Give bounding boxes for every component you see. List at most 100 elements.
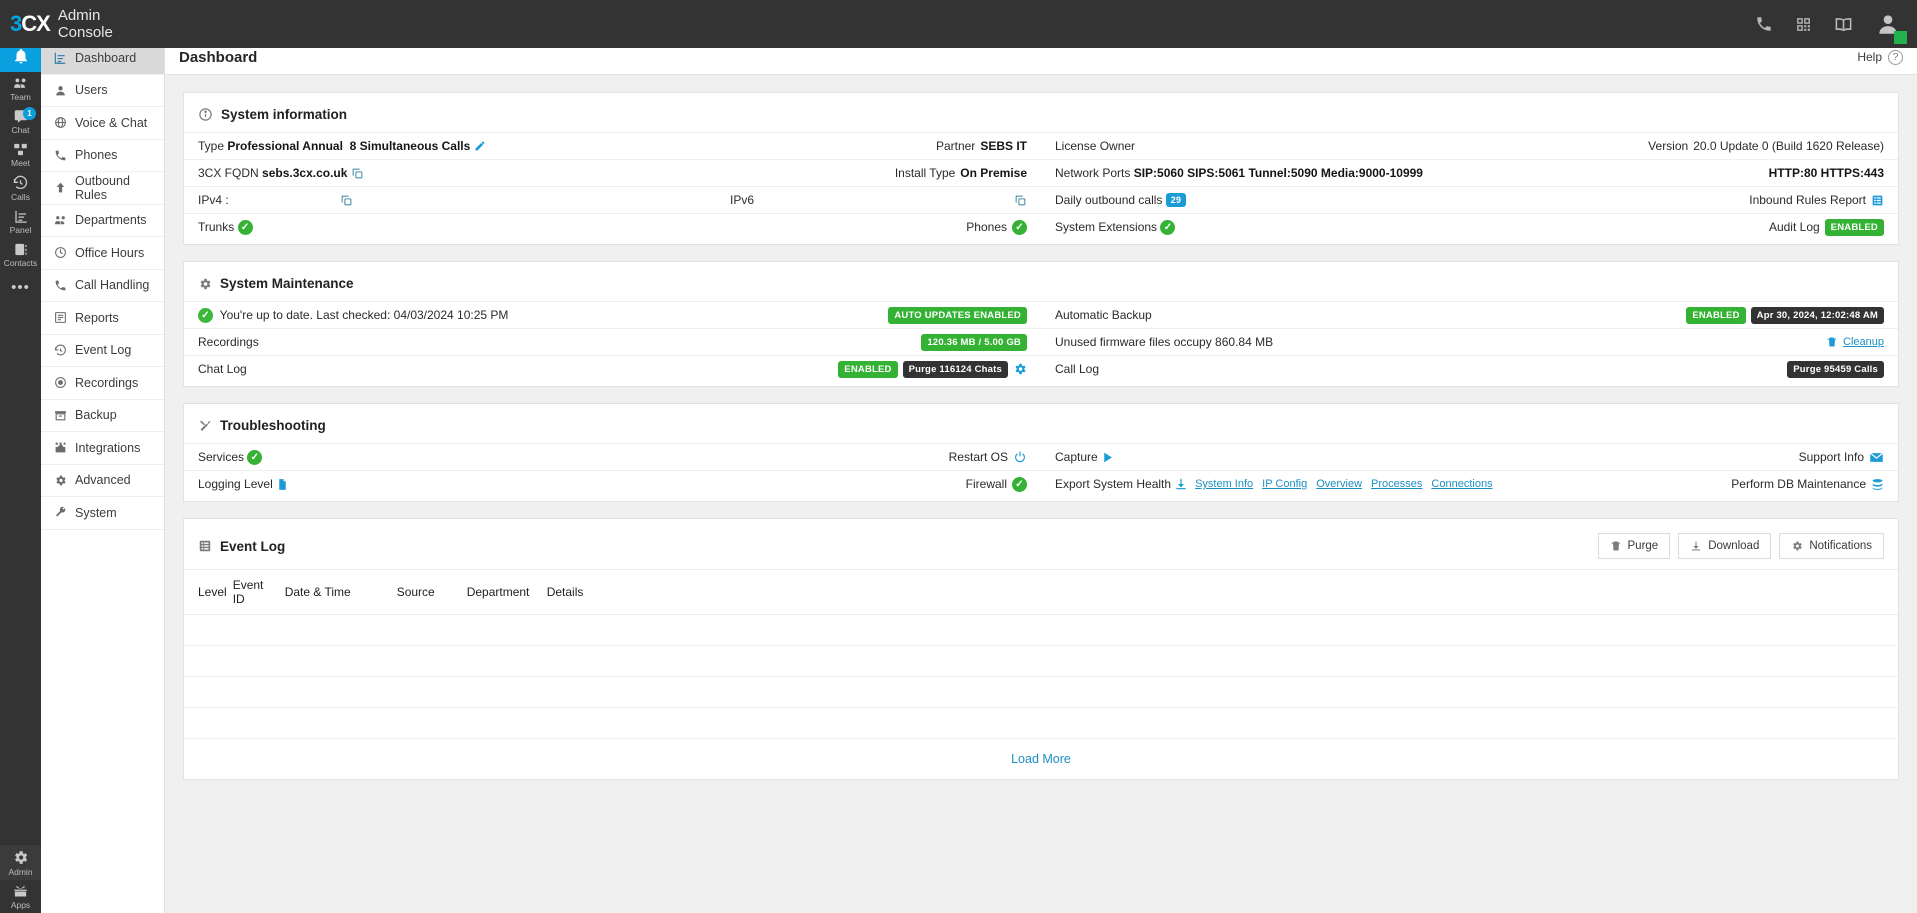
column-source[interactable]: Source	[396, 569, 467, 615]
sidebar-item-users[interactable]: Users	[41, 75, 164, 107]
table-row[interactable]	[184, 645, 1898, 677]
system-information-rows: Type Professional Annual 8 Simultaneous …	[184, 132, 1898, 244]
auto-updates-cell: AUTO UPDATES ENABLED	[888, 306, 1027, 324]
app-title: Admin Console	[57, 7, 113, 41]
sidebar-item-integrations[interactable]: Integrations	[41, 432, 164, 465]
qrcode-icon[interactable]	[1795, 16, 1812, 33]
rail-item-panel[interactable]: Panel	[0, 205, 41, 238]
chat-log-settings-gear-icon[interactable]	[1013, 362, 1027, 376]
phone-device-icon	[53, 148, 67, 162]
sidebar-label-backup: Backup	[75, 408, 117, 423]
help-button[interactable]: Help ?	[1857, 49, 1903, 65]
system-extensions-label: System Extensions	[1055, 220, 1158, 234]
table-row[interactable]	[184, 676, 1898, 708]
copy-ipv4-icon[interactable]	[340, 194, 353, 207]
row-chat-log: Chat Log ENABLED Purge 116124 Chats Call…	[184, 355, 1898, 382]
edit-pencil-icon[interactable]	[474, 140, 486, 152]
dashboard-scroll[interactable]: System information Type Professional Ann…	[165, 75, 1917, 913]
automatic-backup-date-badge: Apr 30, 2024, 12:02:48 AM	[1750, 306, 1884, 324]
user-avatar[interactable]	[1875, 11, 1907, 44]
export-link-connections[interactable]: Connections	[1431, 478, 1492, 490]
logo-cx-text: CX	[21, 11, 51, 36]
rail-label-panel: Panel	[9, 225, 32, 235]
rail-item-team[interactable]: Team	[0, 72, 41, 105]
export-link-processes[interactable]: Processes	[1371, 478, 1422, 490]
sidebar-item-call-handling[interactable]: Call Handling	[41, 270, 164, 302]
phones-status-ok-icon: ✓	[1012, 219, 1027, 235]
sidebar-item-reports[interactable]: Reports	[41, 302, 164, 335]
power-icon[interactable]	[1013, 450, 1027, 464]
app-logo[interactable]: 3 CX Admin Console	[0, 7, 140, 41]
rail-item-admin[interactable]: Admin	[0, 845, 41, 880]
export-link-ip-config[interactable]: IP Config	[1262, 478, 1307, 490]
trunks-status-ok-icon: ✓	[237, 219, 253, 235]
column-details[interactable]: Details	[546, 569, 1898, 615]
database-icon[interactable]	[1871, 477, 1884, 492]
rail-item-apps[interactable]: Apps	[0, 880, 41, 913]
handset-icon	[53, 278, 67, 292]
export-link-overview[interactable]: Overview	[1316, 478, 1362, 490]
download-icon[interactable]	[1174, 477, 1188, 491]
download-button[interactable]: Download	[1678, 533, 1772, 559]
firewall-status-ok-icon[interactable]: ✓	[1012, 476, 1027, 492]
http-ports-cell: HTTP:80 HTTPS:443	[1769, 166, 1884, 180]
sidebar-item-departments[interactable]: Departments	[41, 205, 164, 237]
report-list-icon[interactable]	[1871, 194, 1884, 207]
column-date-time[interactable]: Date & Time	[284, 569, 397, 615]
rail-item-more[interactable]: •••	[0, 271, 41, 303]
rail-item-contacts[interactable]: Contacts	[0, 238, 41, 271]
sidebar-item-system[interactable]: System	[41, 497, 164, 530]
book-icon[interactable]	[1834, 15, 1853, 34]
play-icon[interactable]	[1101, 451, 1114, 464]
sidebar-item-office-hours[interactable]: Office Hours	[41, 237, 164, 270]
cleanup-action[interactable]: Cleanup	[1826, 336, 1884, 348]
table-row[interactable]	[184, 614, 1898, 646]
system-extensions-cell: System Extensions ✓ Audit Log ENABLED	[1041, 213, 1898, 240]
restart-os-cell[interactable]: Restart OS	[949, 450, 1027, 464]
chat-log-purge-button[interactable]: Purge 116124 Chats	[902, 360, 1008, 378]
column-level[interactable]: Level	[184, 569, 233, 615]
table-row[interactable]	[184, 707, 1898, 739]
sidebar-item-phones[interactable]: Phones	[41, 140, 164, 172]
empty-cell	[184, 614, 1898, 646]
sidebar-item-advanced[interactable]: Advanced	[41, 465, 164, 497]
call-log-purge-button[interactable]: Purge 95459 Calls	[1787, 360, 1884, 378]
column-event-id[interactable]: Event ID	[232, 569, 285, 615]
support-info-cell[interactable]: Support Info	[1799, 450, 1884, 465]
trash-icon	[1826, 336, 1838, 348]
services-label: Services	[198, 450, 245, 464]
sidebar-nav: Dashboard Users Voice & Chat Phones Outb…	[41, 40, 165, 913]
system-information-title: System information	[221, 107, 348, 122]
presence-status-indicator	[1894, 31, 1907, 44]
copy-ipv6-icon[interactable]	[1014, 194, 1027, 207]
app-rail: Team 1 Chat Meet Calls Panel Contacts ••…	[0, 40, 41, 913]
sidebar-item-recordings[interactable]: Recordings	[41, 367, 164, 400]
perform-db-maintenance-cell[interactable]: Perform DB Maintenance	[1731, 477, 1884, 492]
envelope-icon[interactable]	[1869, 450, 1884, 465]
troubleshooting-rows: Services ✓ Restart OS Capture Support In…	[184, 443, 1898, 501]
restart-os-label: Restart OS	[948, 450, 1008, 464]
column-department[interactable]: Department	[466, 569, 547, 615]
inbound-rules-report-cell[interactable]: Inbound Rules Report	[1749, 193, 1884, 207]
export-link-system-info[interactable]: System Info	[1195, 478, 1253, 490]
sidebar-item-voice-chat[interactable]: Voice & Chat	[41, 107, 164, 140]
cleanup-link[interactable]: Cleanup	[1843, 336, 1884, 348]
top-bar-actions	[1755, 11, 1917, 44]
row-trunks: Trunks ✓ Phones ✓ System Extensions ✓ Au…	[184, 213, 1898, 240]
rail-item-calls[interactable]: Calls	[0, 171, 41, 205]
sidebar-item-outbound-rules[interactable]: Outbound Rules	[41, 172, 164, 205]
rail-item-chat[interactable]: 1 Chat	[0, 105, 41, 138]
notifications-button[interactable]: Notifications	[1779, 533, 1884, 559]
row-logging: Logging Level Firewall ✓ Export System H…	[184, 470, 1898, 497]
purge-button[interactable]: Purge	[1597, 533, 1671, 559]
automatic-backup-status: ENABLED Apr 30, 2024, 12:02:48 AM	[1686, 306, 1884, 324]
load-more-button[interactable]: Load More	[184, 739, 1898, 779]
phone-icon[interactable]	[1755, 15, 1773, 33]
rail-item-meet[interactable]: Meet	[0, 138, 41, 171]
services-status-ok-icon[interactable]: ✓	[247, 449, 263, 465]
sidebar-item-event-log[interactable]: Event Log	[41, 335, 164, 367]
copy-icon[interactable]	[351, 167, 364, 180]
sidebar-item-backup[interactable]: Backup	[41, 400, 164, 432]
document-icon[interactable]	[276, 478, 289, 491]
event-log-header-row: Level Event ID Date & Time Source Depart…	[184, 569, 1898, 615]
